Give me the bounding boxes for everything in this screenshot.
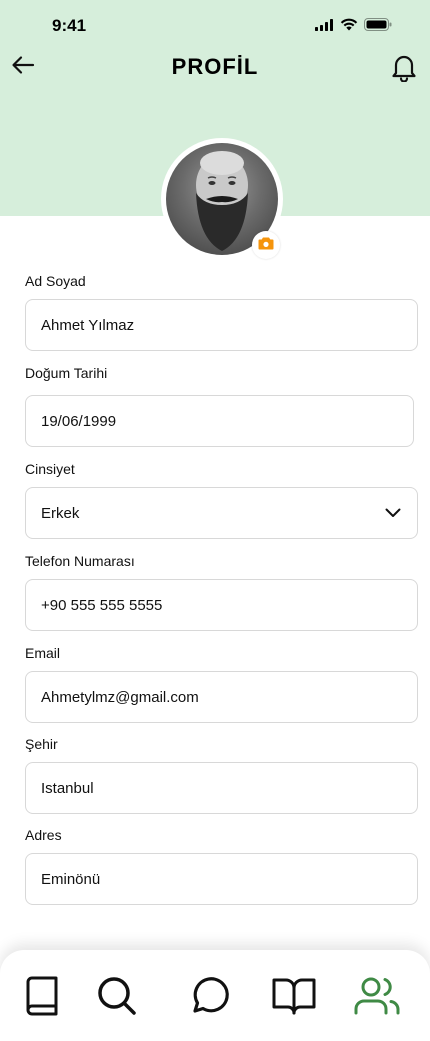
email-field[interactable]: Ahmetylmz@gmail.com: [25, 671, 418, 723]
phone-value: +90 555 555 5555: [41, 596, 163, 614]
tab-search[interactable]: [93, 974, 141, 1022]
bell-icon: [391, 52, 417, 87]
search-icon: [97, 976, 137, 1021]
city-label: Şehir: [25, 736, 58, 752]
birth-date-field[interactable]: 19/06/1999: [25, 395, 414, 447]
users-icon: [353, 976, 401, 1021]
cellular-signal-icon: [315, 18, 334, 36]
name-field[interactable]: Ahmet Yılmaz: [25, 299, 418, 351]
phone-field[interactable]: +90 555 555 5555: [25, 579, 418, 631]
notifications-button[interactable]: [388, 52, 420, 86]
name-value: Ahmet Yılmaz: [41, 316, 135, 334]
battery-icon: [364, 18, 392, 36]
chat-icon: [190, 976, 230, 1021]
phone-label: Telefon Numarası: [25, 553, 135, 569]
birth-date-value: 19/06/1999: [41, 412, 117, 430]
email-value: Ahmetylmz@gmail.com: [41, 688, 199, 706]
gender-value: Erkek: [41, 504, 80, 522]
email-label: Email: [25, 645, 61, 661]
wifi-icon: [340, 18, 358, 36]
status-bar: 9:41: [0, 0, 430, 50]
camera-icon: [258, 236, 274, 255]
tab-reading[interactable]: [270, 974, 318, 1022]
tab-profile[interactable]: [353, 974, 401, 1022]
birth-date-label: Doğum Tarihi: [25, 365, 108, 381]
page-title: PROFİL: [171, 54, 259, 79]
name-label: Ad Soyad: [25, 273, 86, 289]
change-photo-button[interactable]: [252, 231, 280, 259]
gender-label: Cinsiyet: [25, 461, 75, 477]
status-time: 9:41: [52, 16, 87, 35]
open-book-icon: [272, 977, 316, 1020]
address-label: Adres: [25, 827, 62, 843]
tab-library[interactable]: [18, 974, 66, 1022]
tab-messages[interactable]: [186, 974, 234, 1022]
chevron-down-icon: [385, 505, 401, 522]
book-icon: [24, 976, 60, 1021]
bottom-navigation: [0, 950, 430, 1041]
top-navigation: PROFİL: [0, 50, 430, 90]
gender-select[interactable]: Erkek: [25, 487, 418, 539]
status-icons: [315, 18, 392, 36]
city-field[interactable]: Istanbul: [25, 762, 418, 814]
city-value: Istanbul: [41, 779, 94, 797]
address-value: Eminönü: [41, 870, 101, 888]
address-field[interactable]: Eminönü: [25, 853, 418, 905]
